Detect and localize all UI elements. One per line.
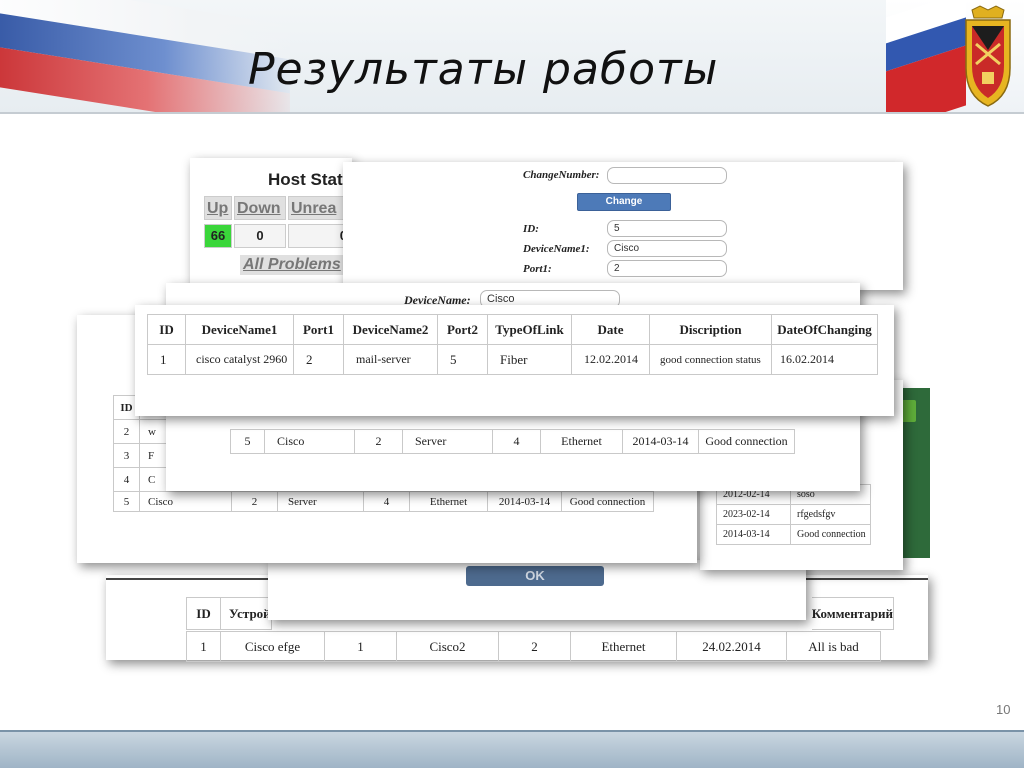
slide-title: Результаты работы xyxy=(248,44,719,95)
right-table: 2012-02-14 soso 2023-02-14 rfgedsfgv 201… xyxy=(716,484,871,545)
host-status-panel: Host Stat Up Down Unrea 66 0 0 All Probl… xyxy=(190,158,352,288)
header-divider xyxy=(0,112,1024,114)
list-row-5[interactable]: 5 Cisco 2 Server 4 Ethernet 2014-03-14 G… xyxy=(113,491,654,512)
change-form-panel: ChangeNumber: Change ID: 5 DeviceName1: … xyxy=(343,162,903,290)
kemerovo-emblem xyxy=(886,0,1024,112)
table-row[interactable]: 1 cisco catalyst 2960 2 mail-server 5 Fi… xyxy=(147,344,878,375)
footer-bar xyxy=(0,730,1024,768)
coat-of-arms-icon xyxy=(965,5,1011,107)
main-table: ID DeviceName1 Port1 DeviceName2 Port2 T… xyxy=(147,314,878,375)
host-status-title: Host Stat xyxy=(268,170,343,189)
changenumber-input[interactable] xyxy=(607,167,727,184)
tab-up[interactable]: Up xyxy=(204,196,232,220)
id-label: ID: xyxy=(523,223,539,235)
devicename1-input[interactable]: Cisco xyxy=(607,240,727,257)
devicename1-label: DeviceName1: xyxy=(523,243,590,255)
port1-input[interactable]: 2 xyxy=(607,260,727,277)
up-count: 66 xyxy=(204,224,232,248)
change-button[interactable]: Change xyxy=(577,193,671,211)
tab-down[interactable]: Down xyxy=(234,196,286,220)
all-problems-link[interactable]: All Problems xyxy=(240,255,344,275)
device-edit-row[interactable]: 5 Cisco 2 Server 4 Ethernet 2014-03-14 G… xyxy=(230,429,795,454)
page-number: 10 xyxy=(996,702,1011,717)
changenumber-label: ChangeNumber: xyxy=(523,169,600,181)
ok-button[interactable]: OK xyxy=(466,566,604,586)
russian-flag-decoration xyxy=(0,0,290,112)
main-table-panel: ID DeviceName1 Port1 DeviceName2 Port2 T… xyxy=(135,305,894,416)
port1-label: Port1: xyxy=(523,263,552,275)
slide-header: Результаты работы xyxy=(0,0,1024,112)
bottom-table-row[interactable]: 1 Cisco efge 1 Cisco2 2 Ethernet 24.02.2… xyxy=(186,631,881,662)
id-input[interactable]: 5 xyxy=(607,220,727,237)
down-count: 0 xyxy=(234,224,286,248)
